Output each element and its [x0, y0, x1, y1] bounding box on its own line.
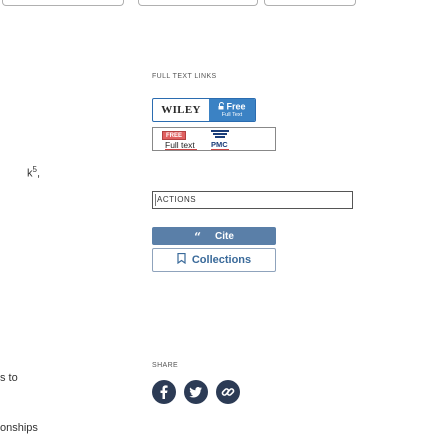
- underline: [211, 149, 229, 150]
- bookmark-icon: [177, 252, 186, 267]
- pmc-logo-text: PMC: [211, 140, 228, 149]
- facebook-icon[interactable]: [152, 380, 176, 404]
- wiley-logo: WILEY: [161, 104, 201, 116]
- permalink-icon[interactable]: [216, 380, 240, 404]
- cite-button[interactable]: “ Cite: [152, 227, 276, 245]
- full-text-links-title: FULL TEXT LINKS: [152, 73, 217, 80]
- pmc-logo: PMC: [211, 130, 229, 150]
- actions-title: ACTIONS: [157, 195, 197, 204]
- tab-outline[interactable]: [2, 0, 124, 6]
- article-text-fragment: s to: [0, 372, 18, 384]
- wiley-free-badge: Free Full Text: [209, 99, 255, 121]
- article-text-fragment: onships: [0, 422, 38, 434]
- pmc-free-badge: FREE: [162, 131, 186, 140]
- pmc-free-full-text-link[interactable]: FREE Full text PMC: [152, 127, 276, 151]
- cite-label: Cite: [215, 230, 234, 242]
- wiley-free-full-text-link[interactable]: WILEY Free Full Text: [152, 98, 256, 122]
- collections-button[interactable]: Collections: [152, 248, 276, 272]
- article-text-fragment: k5,: [27, 165, 40, 180]
- tab-outline[interactable]: [264, 0, 356, 6]
- collections-label: Collections: [191, 254, 252, 266]
- open-lock-icon: [218, 101, 225, 112]
- page: k5, s to onships FULL TEXT LINKS WILEY F…: [0, 0, 448, 448]
- wiley-full-text-label: Full Text: [221, 111, 243, 118]
- pmc-logo-bars: [211, 130, 229, 139]
- underline: [165, 149, 197, 150]
- twitter-icon[interactable]: [184, 380, 208, 404]
- free-text: Free: [226, 101, 246, 112]
- tab-outline[interactable]: [138, 0, 258, 6]
- article-text-comma: ,: [36, 167, 41, 180]
- actions-header: ACTIONS: [152, 191, 353, 209]
- share-title: SHARE: [152, 362, 179, 369]
- wiley-free-label: Free: [218, 101, 246, 112]
- quote-icon: “: [194, 230, 201, 244]
